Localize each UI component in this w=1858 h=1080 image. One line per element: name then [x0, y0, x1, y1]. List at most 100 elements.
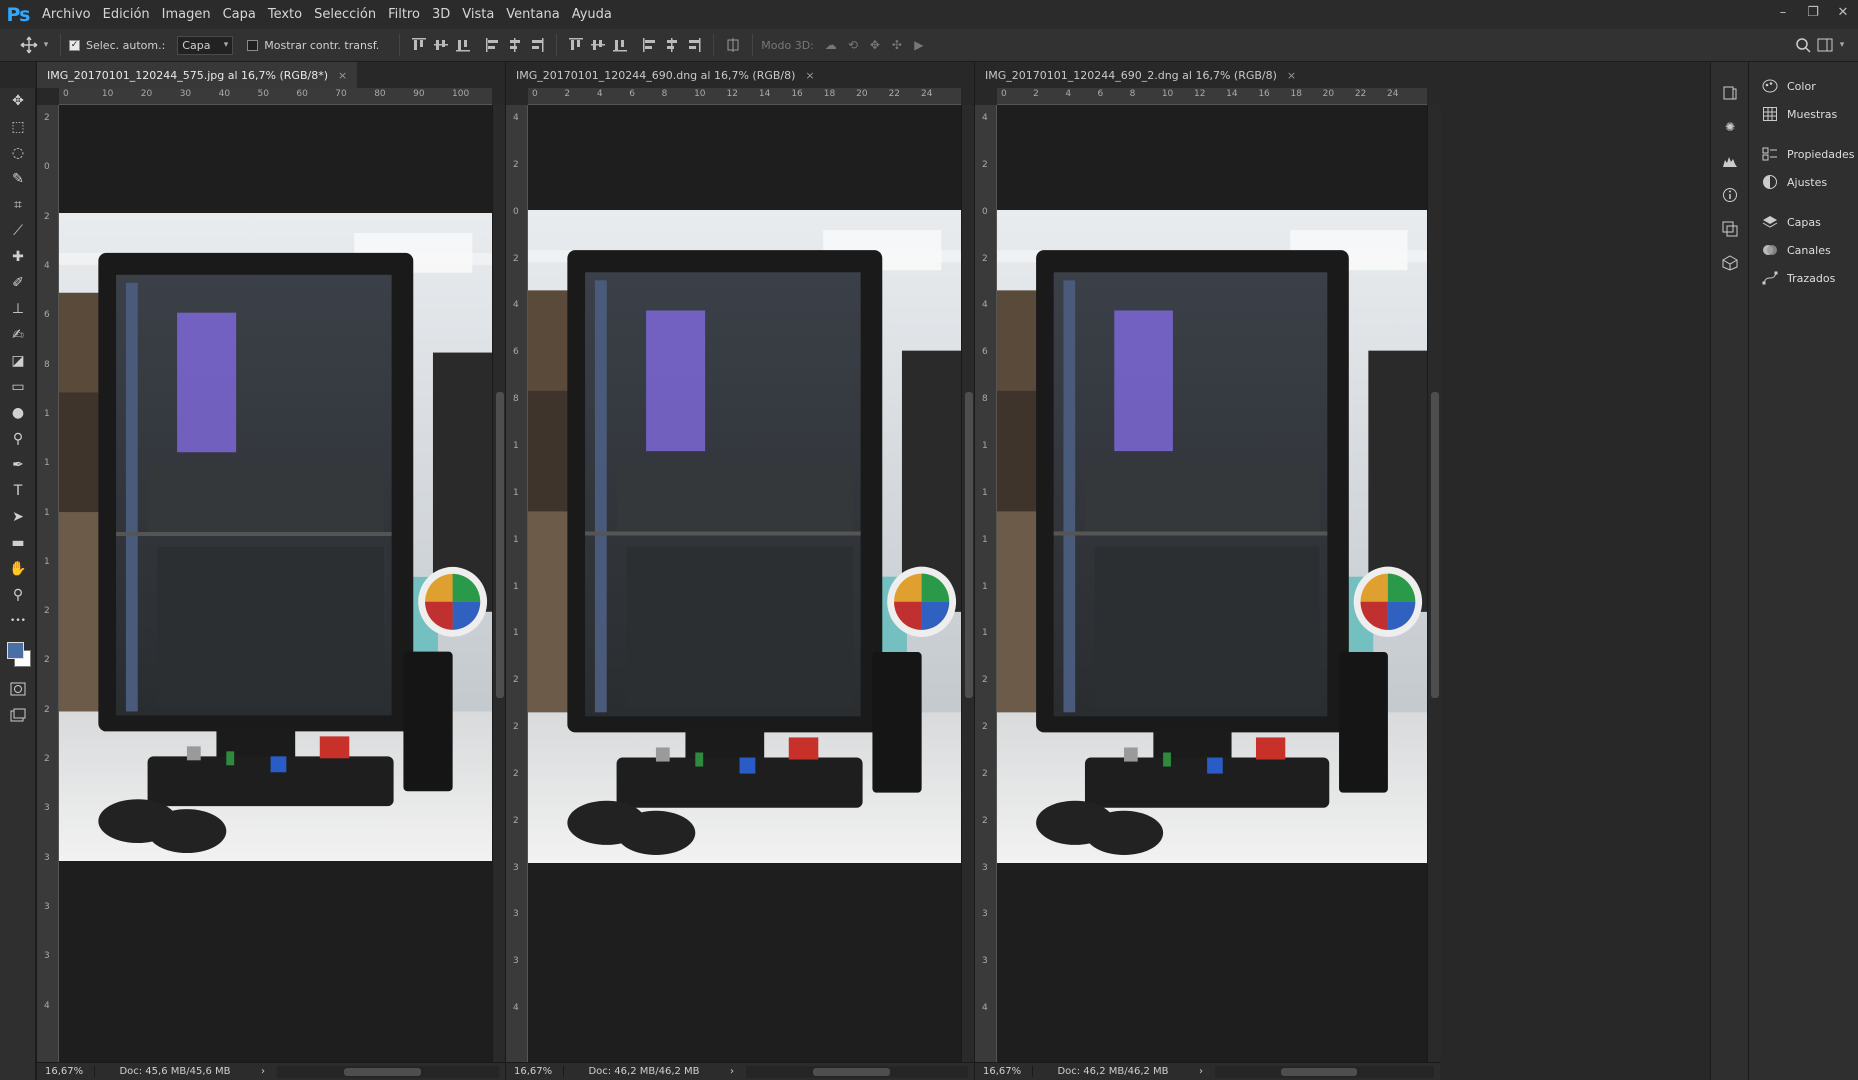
menu-vista[interactable]: Vista [456, 0, 500, 29]
chevron-down-icon[interactable]: ▾ [1836, 34, 1848, 56]
auto-select-target-dropdown[interactable]: Capa ▾ [177, 35, 234, 55]
dodge-icon[interactable]: ⚲ [0, 426, 36, 452]
panel-color[interactable]: Color [1749, 72, 1858, 100]
scale-3d-icon[interactable]: ▶ [908, 34, 930, 56]
close-tab-icon[interactable]: × [1287, 69, 1296, 82]
scroll-thumb[interactable] [1431, 392, 1439, 699]
menu-ayuda[interactable]: Ayuda [566, 0, 618, 29]
menu-seleccion[interactable]: Selección [308, 0, 382, 29]
chevron-right-icon[interactable]: › [730, 1066, 734, 1077]
pan-3d-icon[interactable]: ✥ [864, 34, 886, 56]
menu-3d[interactable]: 3D [426, 0, 456, 29]
chevron-right-icon[interactable]: › [1199, 1066, 1203, 1077]
vertical-scrollbar[interactable] [961, 105, 975, 1062]
scroll-thumb[interactable] [496, 392, 504, 699]
vertical-ruler[interactable]: 2 0 2 4 6 8 1 1 1 1 2 2 2 2 3 3 3 3 4 [37, 105, 59, 1062]
gradient-icon[interactable]: ▭ [0, 374, 36, 400]
close-tab-icon[interactable]: × [805, 69, 814, 82]
menu-capa[interactable]: Capa [217, 0, 262, 29]
scroll-thumb[interactable] [812, 1067, 891, 1076]
zoom-icon[interactable]: ⚲ [0, 582, 36, 608]
scroll-thumb[interactable] [965, 392, 973, 699]
info-icon[interactable] [1711, 178, 1749, 212]
document-size-info[interactable]: Doc: 46,2 MB/46,2 MB [564, 1066, 724, 1077]
horizontal-ruler[interactable]: 0 2 4 6 8 10 12 14 16 18 20 22 24 [528, 88, 961, 105]
path-select-icon[interactable]: ➤ [0, 504, 36, 530]
foreground-color-swatch[interactable] [7, 642, 24, 659]
histogram-icon[interactable] [1711, 144, 1749, 178]
document-tab[interactable]: IMG_20170101_120244_690.dng al 16,7% (RG… [506, 62, 825, 88]
align-top-icon[interactable] [408, 34, 430, 56]
distribute-hcenter-icon[interactable] [661, 34, 683, 56]
document-tab[interactable]: IMG_20170101_120244_690_2.dng al 16,7% (… [975, 62, 1306, 88]
blur-icon[interactable]: ● [0, 400, 36, 426]
vertical-scrollbar[interactable] [492, 105, 506, 1062]
orbit-3d-icon[interactable]: ☁ [820, 34, 842, 56]
document-canvas[interactable] [997, 105, 1427, 1062]
checkbox-icon[interactable]: ✓ [69, 39, 80, 51]
align-vcenter-icon[interactable] [430, 34, 452, 56]
eraser-icon[interactable]: ◪ [0, 348, 36, 374]
roll-3d-icon[interactable]: ⟲ [842, 34, 864, 56]
brush-icon[interactable]: ✐ [0, 270, 36, 296]
distribute-bottom-icon[interactable] [609, 34, 631, 56]
menu-filtro[interactable]: Filtro [382, 0, 426, 29]
scroll-thumb[interactable] [343, 1067, 422, 1076]
quick-mask-icon[interactable] [0, 676, 36, 702]
workspace-icon[interactable] [1814, 34, 1836, 56]
hand-icon[interactable]: ✋ [0, 556, 36, 582]
horizontal-scrollbar[interactable] [746, 1065, 968, 1078]
rectangle-icon[interactable]: ▬ [0, 530, 36, 556]
zoom-level[interactable]: 16,67% [506, 1066, 564, 1077]
panel-layers[interactable]: Capas [1749, 208, 1858, 236]
distribute-left-icon[interactable] [639, 34, 661, 56]
document-size-info[interactable]: Doc: 45,6 MB/45,6 MB [95, 1066, 255, 1077]
panel-properties[interactable]: Propiedades [1749, 140, 1858, 168]
document-canvas[interactable] [528, 105, 961, 1062]
document-size-info[interactable]: Doc: 46,2 MB/46,2 MB [1033, 1066, 1193, 1077]
panel-channels[interactable]: Canales [1749, 236, 1858, 264]
crop-icon[interactable]: ⌗ [0, 192, 36, 218]
move-tool-preset-icon[interactable] [18, 34, 40, 56]
close-window-button[interactable]: ✕ [1828, 0, 1858, 24]
auto-align-icon[interactable] [722, 34, 744, 56]
distribute-vcenter-icon[interactable] [587, 34, 609, 56]
pen-icon[interactable]: ✒ [0, 452, 36, 478]
history-icon[interactable] [1711, 76, 1749, 110]
brush-settings-icon[interactable]: ✺ [1711, 110, 1749, 144]
panel-paths[interactable]: Trazados [1749, 264, 1858, 292]
horizontal-ruler[interactable]: 0 10 20 30 40 50 60 70 80 90 100 [59, 88, 492, 105]
menu-texto[interactable]: Texto [262, 0, 308, 29]
eyedropper-icon[interactable]: ⟋ [0, 218, 36, 244]
align-left-icon[interactable] [482, 34, 504, 56]
marquee-icon[interactable]: ⬚ [0, 114, 36, 140]
vertical-ruler[interactable]: 4 2 0 2 4 6 8 1 1 1 1 1 2 2 2 2 3 3 3 4 [975, 105, 997, 1062]
3d-icon[interactable] [1711, 246, 1749, 280]
lasso-icon[interactable]: ◌ [0, 140, 36, 166]
panel-swatches[interactable]: Muestras [1749, 100, 1858, 128]
horizontal-scrollbar[interactable] [1215, 1065, 1434, 1078]
show-transform-controls-checkbox[interactable]: Mostrar contr. transf. [247, 39, 379, 52]
color-swatches[interactable] [0, 634, 36, 676]
distribute-top-icon[interactable] [565, 34, 587, 56]
align-bottom-icon[interactable] [452, 34, 474, 56]
more-tools-icon[interactable]: ••• [0, 608, 36, 634]
align-hcenter-icon[interactable] [504, 34, 526, 56]
character-styles-icon[interactable] [1711, 212, 1749, 246]
menu-imagen[interactable]: Imagen [156, 0, 217, 29]
scroll-thumb[interactable] [1280, 1067, 1358, 1076]
screen-mode-icon[interactable] [0, 702, 36, 728]
panel-adjustments[interactable]: Ajustes [1749, 168, 1858, 196]
menu-ventana[interactable]: Ventana [500, 0, 565, 29]
close-tab-icon[interactable]: × [338, 69, 347, 82]
align-right-icon[interactable] [526, 34, 548, 56]
restore-button[interactable]: ❐ [1798, 0, 1828, 24]
vertical-scrollbar[interactable] [1427, 105, 1441, 1062]
type-icon[interactable]: T [0, 478, 36, 504]
slide-3d-icon[interactable]: ✣ [886, 34, 908, 56]
horizontal-scrollbar[interactable] [277, 1065, 499, 1078]
horizontal-ruler[interactable]: 0 2 4 6 8 10 12 14 16 18 20 22 24 [997, 88, 1427, 105]
distribute-right-icon[interactable] [683, 34, 705, 56]
menu-archivo[interactable]: Archivo [36, 0, 97, 29]
zoom-level[interactable]: 16,67% [37, 1066, 95, 1077]
